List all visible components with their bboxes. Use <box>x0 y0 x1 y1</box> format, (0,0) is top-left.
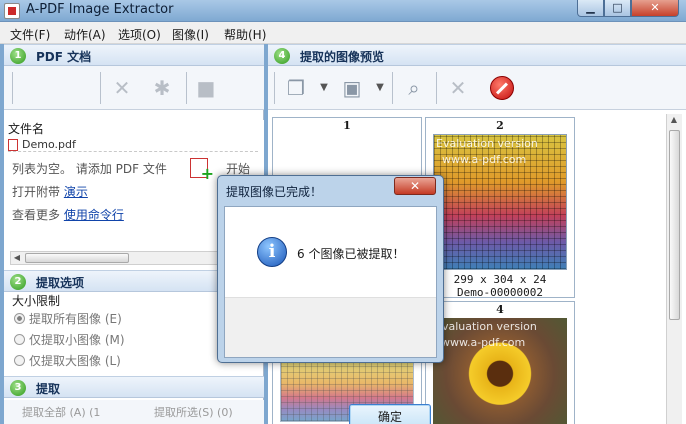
section-preview: 4 提取的图像预览 <box>268 44 686 66</box>
sunflower-image: Evaluation version www.a-pdf.com <box>433 318 567 424</box>
section-title: 提取的图像预览 <box>300 50 385 64</box>
zoom-icon[interactable]: ⌕ <box>402 76 426 100</box>
add-pdf-icon[interactable] <box>190 158 214 183</box>
dialog-body: i 6 个图像已被提取！ 确定 <box>224 206 437 424</box>
thumbnail-number: 1 <box>343 119 351 132</box>
file-name: Demo.pdf <box>22 138 76 151</box>
thumbnail-number: 2 <box>496 119 504 132</box>
radio-label: 仅提取大图像 (L) <box>29 354 121 368</box>
tools-icon[interactable]: ✱ <box>150 76 174 100</box>
ok-button[interactable]: 确定 <box>349 404 431 424</box>
menu-file[interactable]: 文件(F) <box>10 26 50 43</box>
watermark-url: www.a-pdf.com <box>442 153 527 166</box>
pdf-file-icon <box>8 139 18 151</box>
section-title: 提取 <box>36 382 61 396</box>
info-icon: i <box>257 237 287 267</box>
completion-dialog: 提取图像已完成！ ✕ i 6 个图像已被提取！ 确定 <box>217 175 444 424</box>
radio-icon[interactable] <box>14 355 25 366</box>
column-header-filename[interactable]: 文件名 <box>8 120 44 137</box>
remove-icon[interactable]: ✕ <box>110 76 134 100</box>
step-4-icon: 4 <box>274 48 290 64</box>
image-name: Demo-00000002 <box>456 286 544 299</box>
minimize-button[interactable]: ▁ <box>577 0 604 17</box>
window-title: A-PDF Image Extractor <box>26 2 174 17</box>
vertical-scrollbar[interactable]: ▲ <box>666 114 682 424</box>
watermark-text: Evaluation version <box>435 320 537 333</box>
more-prefix: 查看更多 <box>12 208 61 222</box>
maximize-button[interactable]: □ <box>604 0 631 17</box>
save-icon[interactable]: ▣ <box>340 76 364 100</box>
stop-icon[interactable] <box>490 76 514 100</box>
dialog-message: 6 个图像已被提取！ <box>297 247 405 261</box>
empty-list-text: 列表为空。 请添加 PDF 文件 <box>12 162 167 176</box>
section-pdf-documents: 1 PDF 文档 <box>4 44 264 66</box>
radio-extract-large[interactable]: 仅提取大图像 (L) <box>14 352 121 369</box>
radio-extract-small[interactable]: 仅提取小图像 (M) <box>14 331 125 348</box>
image-dimensions: 299 x 304 x 24 <box>453 273 547 286</box>
toolbar-separator <box>274 72 275 104</box>
demo-link[interactable]: 演示 <box>64 185 88 199</box>
thumbnail-image: Evaluation version www.a-pdf.com <box>433 134 567 270</box>
attach-prefix: 打开附带 <box>12 185 61 199</box>
toolbar-separator <box>186 72 187 104</box>
menu-action[interactable]: 动作(A) <box>64 26 106 43</box>
step-2-icon: 2 <box>10 274 26 290</box>
title-bar: A-PDF Image Extractor ▁ □ ✕ <box>0 0 686 22</box>
radio-label: 提取所有图像 (E) <box>29 312 122 326</box>
section-title: PDF 文档 <box>36 50 92 64</box>
section-extract: 3 提取 <box>4 376 264 398</box>
size-limit-label: 大小限制 <box>12 294 61 308</box>
radio-icon[interactable] <box>14 313 25 324</box>
radio-label: 仅提取小图像 (M) <box>29 333 125 347</box>
extract-selected-button[interactable]: 提取所选(S) (0) <box>154 404 233 420</box>
thumbnail-4[interactable]: 4 Evaluation version www.a-pdf.com <box>425 301 575 424</box>
radio-extract-all[interactable]: 提取所有图像 (E) <box>14 310 122 327</box>
app-icon <box>4 3 20 19</box>
scroll-up-icon[interactable]: ▲ <box>668 114 680 126</box>
preview-toolbar: ❐ ▼ ▣ ▼ ⌕ ✕ <box>268 66 686 110</box>
watermark-url: www.a-pdf.com <box>441 336 526 349</box>
command-line-link[interactable]: 使用命令行 <box>64 208 124 222</box>
copy-icon[interactable]: ❐ <box>284 76 308 100</box>
watermark-text: Evaluation version <box>436 137 538 150</box>
scrollbar-thumb[interactable] <box>25 253 129 263</box>
delete-icon[interactable]: ✕ <box>446 76 470 100</box>
document-toolbar: ✕ ✱ ■ <box>4 66 264 110</box>
more-line: 查看更多 使用命令行 <box>12 206 124 223</box>
extract-all-button[interactable]: 提取全部 (A) (1 <box>22 404 100 420</box>
lock-icon[interactable]: ■ <box>194 76 218 100</box>
list-item[interactable]: Demo.pdf <box>8 138 258 152</box>
toolbar-separator <box>436 72 437 104</box>
step-1-icon: 1 <box>10 48 26 64</box>
section-title: 提取选项 <box>36 276 85 290</box>
close-button[interactable]: ✕ <box>631 0 679 17</box>
attach-line: 打开附带 演示 <box>12 183 88 200</box>
menu-bar: 文件(F) 动作(A) 选项(O) 图像(I) 帮助(H) <box>0 22 686 44</box>
toolbar-separator <box>100 72 101 104</box>
menu-options[interactable]: 选项(O) <box>118 26 161 43</box>
menu-image[interactable]: 图像(I) <box>172 26 209 43</box>
scrollbar-thumb[interactable] <box>669 130 680 320</box>
dialog-footer: 确定 <box>225 297 436 424</box>
step-3-icon: 3 <box>10 380 26 396</box>
thumbnail-2[interactable]: 2 Evaluation version www.a-pdf.com 299 x… <box>425 117 575 299</box>
toolbar-separator <box>12 72 13 104</box>
extract-toolbar: 提取全部 (A) (1 提取所选(S) (0) <box>4 400 264 424</box>
chevron-down-icon[interactable]: ▼ <box>312 76 336 100</box>
menu-help[interactable]: 帮助(H) <box>224 26 266 43</box>
radio-icon[interactable] <box>14 334 25 345</box>
thumbnail-number: 4 <box>496 303 504 316</box>
chevron-down-icon[interactable]: ▼ <box>368 76 392 100</box>
dialog-title: 提取图像已完成！ <box>226 185 323 199</box>
dialog-close-button[interactable]: ✕ <box>394 177 436 195</box>
scroll-left-icon[interactable]: ◀ <box>11 252 23 264</box>
toolbar-separator <box>392 72 393 104</box>
